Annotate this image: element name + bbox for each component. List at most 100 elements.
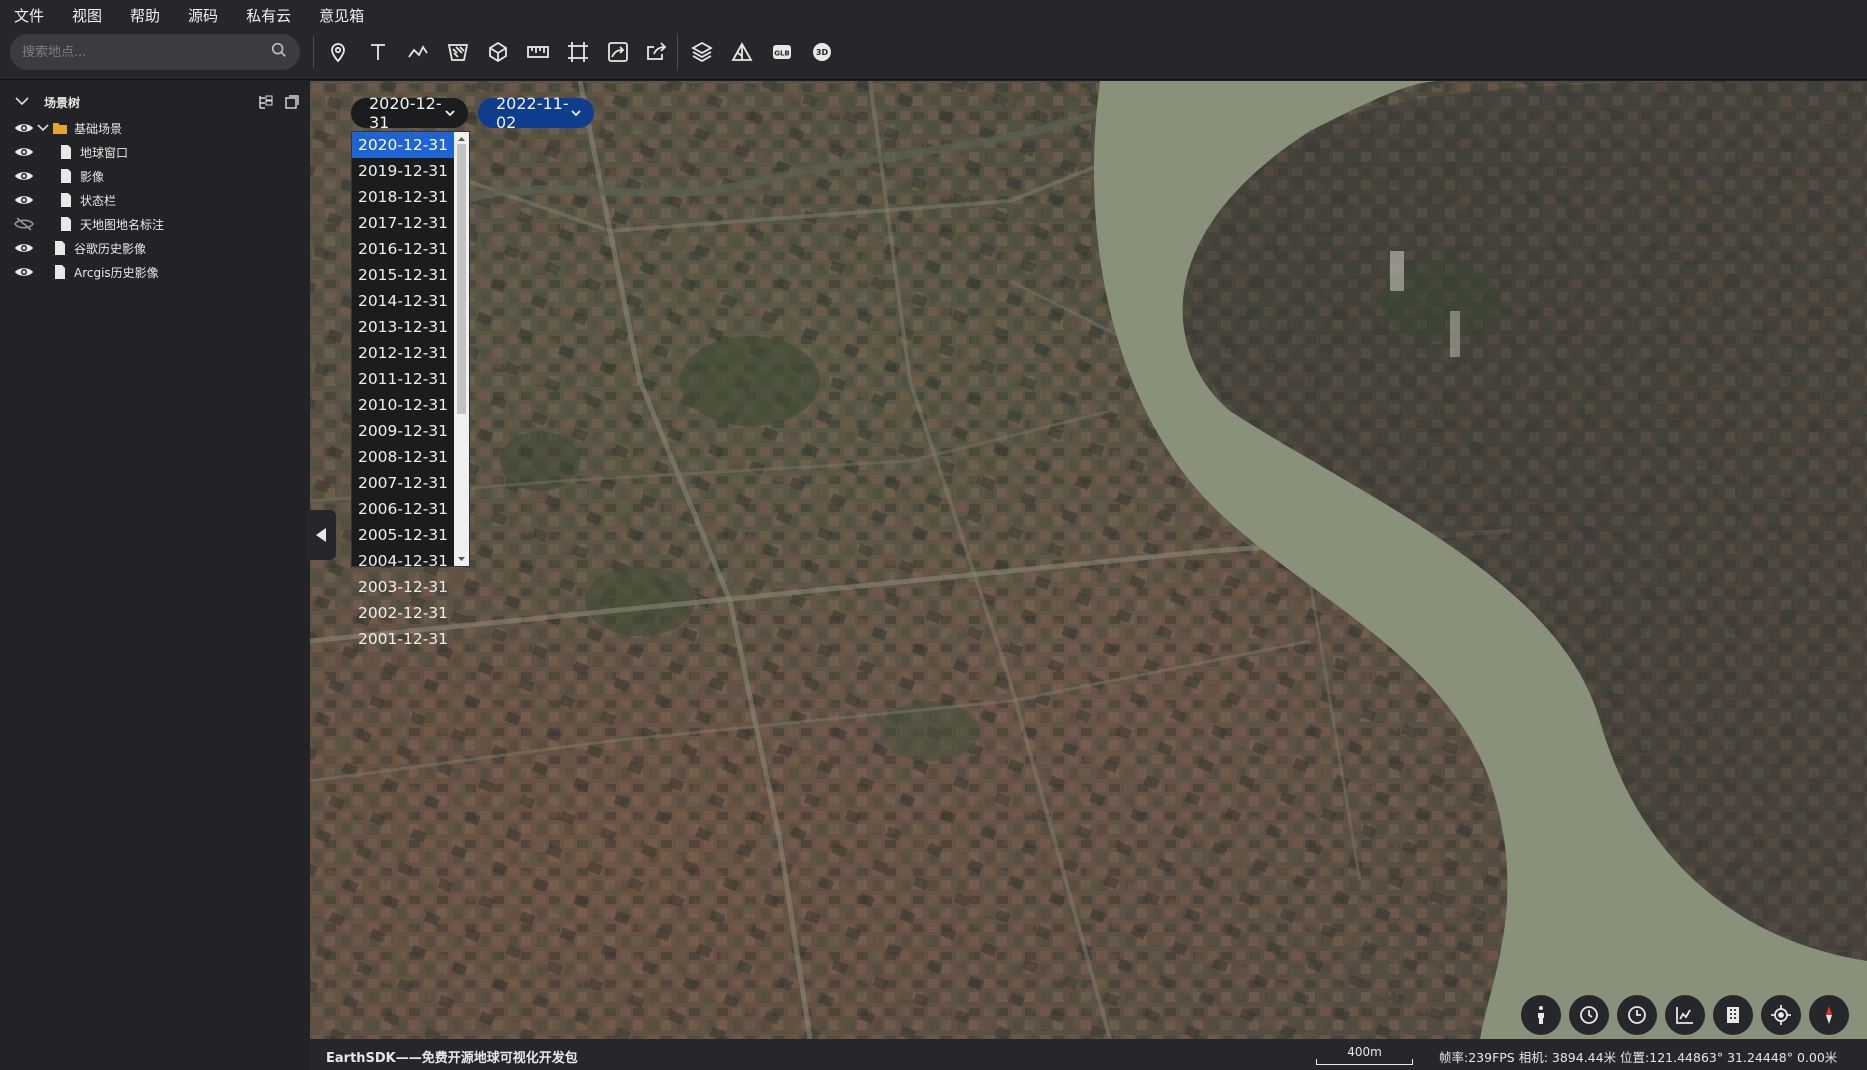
chevron-down-icon[interactable] <box>36 121 50 135</box>
tree-expand-icon[interactable] <box>257 93 275 111</box>
menu-feedback[interactable]: 意见箱 <box>319 5 364 26</box>
date-option[interactable]: 2006-12-31 <box>352 496 454 522</box>
eye-icon[interactable] <box>14 264 34 280</box>
camera-stats: 帧率:239FPS 相机: 3894.44米 位置:121.44863° 31.… <box>1439 1050 1838 1065</box>
date-option[interactable]: 2017-12-31 <box>352 210 454 236</box>
tree-item-label: 天地图地名标注 <box>80 217 165 232</box>
terrain-chart-icon[interactable] <box>1665 995 1705 1035</box>
menu-view[interactable]: 视图 <box>72 5 102 26</box>
date-option[interactable]: 2004-12-31 <box>352 548 454 574</box>
date-dropdown-list[interactable]: 2020-12-31 2019-12-31 2018-12-31 2017-12-31… <box>351 131 470 648</box>
file-icon <box>55 265 65 279</box>
date-option[interactable]: 2001-12-31 <box>352 626 454 652</box>
menu-bar: 文件 视图 帮助 源码 私有云 意见箱 <box>0 0 1867 30</box>
dropdown-scrollbar[interactable] <box>454 132 469 566</box>
date-option[interactable]: 2007-12-31 <box>352 470 454 496</box>
date-option[interactable]: 2014-12-31 <box>352 288 454 314</box>
polygon-hatch-icon[interactable] <box>438 34 478 70</box>
arrow-left-icon <box>316 528 326 542</box>
date-select-left[interactable]: 2020-12-31 <box>351 94 468 132</box>
date-options: 2020-12-31 2019-12-31 2018-12-31 2017-12-31… <box>352 132 469 652</box>
date-option[interactable]: 2020-12-31 <box>352 132 454 158</box>
navigation-tools <box>1513 995 1849 1035</box>
chevron-down-icon[interactable] <box>14 93 30 109</box>
menu-source[interactable]: 源码 <box>188 5 218 26</box>
tree-item-base-scene[interactable]: 基础场景 <box>0 116 310 140</box>
search-box <box>10 34 300 70</box>
clock-icon[interactable] <box>1569 995 1609 1035</box>
menu-help[interactable]: 帮助 <box>130 5 160 26</box>
mountain-icon[interactable] <box>722 34 762 70</box>
file-icon <box>61 193 71 207</box>
compass-icon[interactable] <box>1809 995 1849 1035</box>
eye-icon[interactable] <box>14 240 34 256</box>
tree-item-status-bar[interactable]: 状态栏 <box>0 188 310 212</box>
date-select-right[interactable]: 2022-11-02 <box>478 94 594 132</box>
menu-private-cloud[interactable]: 私有云 <box>246 5 291 26</box>
tree-item-label: 基础场景 <box>74 121 123 136</box>
date-option[interactable]: 2003-12-31 <box>352 574 454 600</box>
date-option[interactable]: 2010-12-31 <box>352 392 454 418</box>
polyline-icon[interactable] <box>398 34 438 70</box>
scroll-down-icon[interactable] <box>457 556 466 563</box>
tree-item-google-history[interactable]: 谷歌历史影像 <box>0 236 310 260</box>
tree-item-tianditu-labels[interactable]: 天地图地名标注 <box>0 212 310 236</box>
date-option[interactable]: 2005-12-31 <box>352 522 454 548</box>
scale-bar: 400m <box>1316 1045 1413 1065</box>
tree-item-arcgis-history[interactable]: Arcgis历史影像 <box>0 260 310 284</box>
ruler-icon[interactable] <box>518 34 558 70</box>
eye-icon[interactable] <box>14 120 34 136</box>
date-option[interactable]: 2018-12-31 <box>352 184 454 210</box>
text-icon[interactable] <box>358 34 398 70</box>
history-clock-icon[interactable] <box>1617 995 1657 1035</box>
date-option[interactable]: 2012-12-31 <box>352 340 454 366</box>
scroll-up-icon[interactable] <box>457 135 466 142</box>
3d-label: 3D <box>816 48 829 57</box>
eye-off-icon[interactable] <box>14 216 34 232</box>
eye-icon[interactable] <box>14 168 34 184</box>
eye-icon[interactable] <box>14 192 34 208</box>
file-icon <box>55 241 65 255</box>
date-option[interactable]: 2013-12-31 <box>352 314 454 340</box>
map-view[interactable]: 2020-12-31 2022-11-02 2020-12-31 2019-12-… <box>310 81 1867 1039</box>
toolbar-divider <box>313 36 314 68</box>
tree-collapse-icon[interactable] <box>283 93 301 111</box>
cube-outline-icon[interactable] <box>478 34 518 70</box>
tree-item-earth-window[interactable]: 地球窗口 <box>0 140 310 164</box>
scene-tree-title: 场景树 <box>44 96 81 110</box>
scrollbar-thumb[interactable] <box>457 144 466 414</box>
panel-collapse-button[interactable] <box>306 510 336 560</box>
share-icon[interactable] <box>638 34 678 70</box>
menu-file[interactable]: 文件 <box>14 5 44 26</box>
building-icon[interactable] <box>1713 995 1753 1035</box>
chevron-down-icon <box>445 110 455 117</box>
search-icon[interactable] <box>270 41 288 63</box>
date-option[interactable]: 2008-12-31 <box>352 444 454 470</box>
tree-item-label: 影像 <box>80 169 105 184</box>
pedestrian-icon[interactable] <box>1521 995 1561 1035</box>
file-icon <box>61 217 71 231</box>
tree-item-label: 地球窗口 <box>80 145 129 160</box>
locate-icon[interactable] <box>1761 995 1801 1035</box>
search-input[interactable] <box>22 44 270 60</box>
tree-item-imagery[interactable]: 影像 <box>0 164 310 188</box>
frame-icon[interactable] <box>558 34 598 70</box>
glb-icon[interactable]: GLB <box>762 34 802 70</box>
date-option[interactable]: 2019-12-31 <box>352 158 454 184</box>
date-option[interactable]: 2016-12-31 <box>352 236 454 262</box>
date-option[interactable]: 2015-12-31 <box>352 262 454 288</box>
satellite-imagery <box>310 81 1867 1039</box>
date-select-left-value: 2020-12-31 <box>369 94 442 132</box>
date-option[interactable]: 2011-12-31 <box>352 366 454 392</box>
3d-icon[interactable]: 3D <box>802 34 842 70</box>
date-option[interactable]: 2009-12-31 <box>352 418 454 444</box>
date-option[interactable]: 2002-12-31 <box>352 600 454 626</box>
eye-icon[interactable] <box>14 144 34 160</box>
glb-label: GLB <box>774 50 790 58</box>
tool-group: GLB 3D <box>318 34 842 70</box>
location-pin-icon[interactable] <box>318 34 358 70</box>
path-arrow-icon[interactable] <box>598 34 638 70</box>
status-bar: EarthSDK——免费开源地球可视化开发包 400m 帧率:239FPS 相机… <box>310 1039 1867 1070</box>
layers-icon[interactable] <box>682 34 722 70</box>
scale-label: 400m <box>1347 1045 1382 1059</box>
